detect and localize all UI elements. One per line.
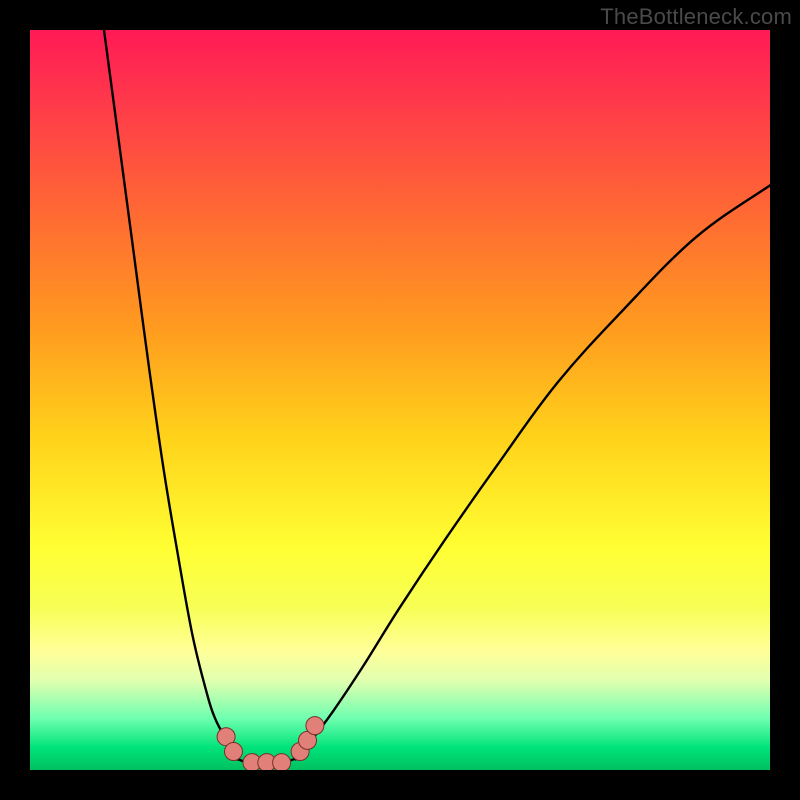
watermark-text: TheBottleneck.com xyxy=(600,4,792,30)
curve-group xyxy=(104,30,770,765)
data-marker xyxy=(225,743,243,761)
plot-area xyxy=(30,30,770,770)
bottleneck-curve xyxy=(104,30,770,765)
curve-svg xyxy=(30,30,770,770)
chart-frame: TheBottleneck.com xyxy=(0,0,800,800)
data-marker xyxy=(306,717,324,735)
data-marker xyxy=(273,754,291,770)
marker-group xyxy=(217,717,324,770)
